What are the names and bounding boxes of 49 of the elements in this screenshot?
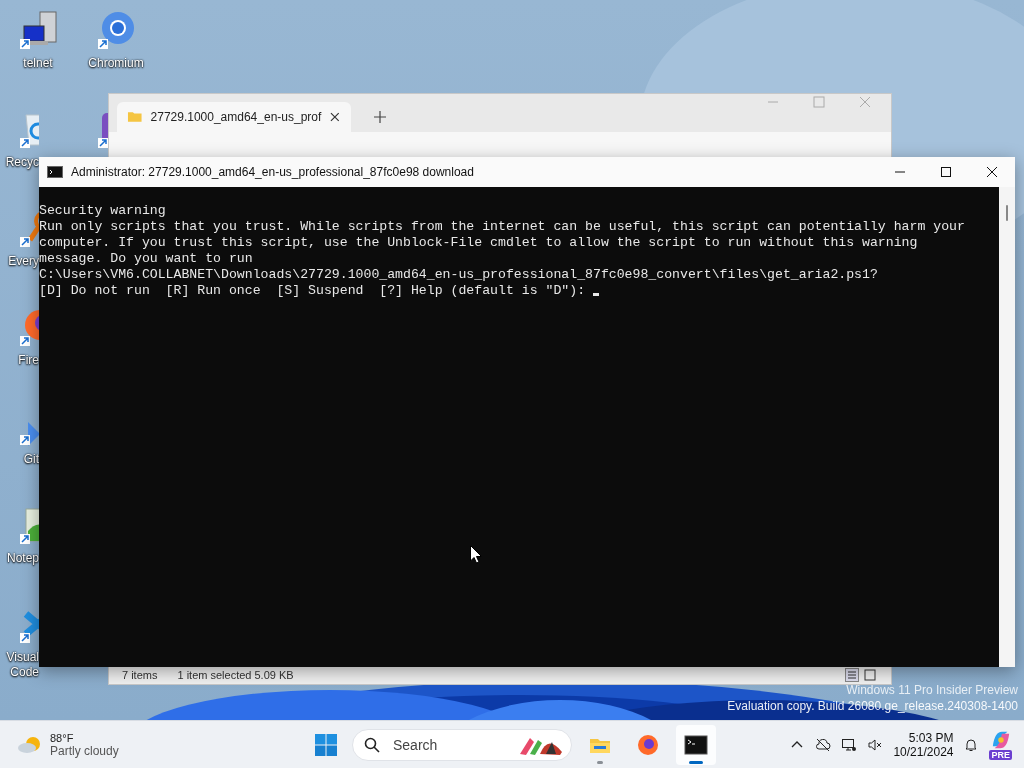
- close-icon[interactable]: [329, 111, 341, 123]
- icon-label: Every: [8, 254, 39, 269]
- icon-label: telnet: [23, 56, 53, 71]
- icon-label: Visual: [6, 650, 39, 665]
- new-tab-icon[interactable]: [373, 110, 387, 124]
- close-icon: [986, 166, 998, 178]
- clock-time[interactable]: 5:03 PM: [908, 730, 954, 745]
- search-field[interactable]: Search: [352, 728, 572, 761]
- terminal-icon: [684, 732, 708, 757]
- icon-label: Recyc: [5, 155, 39, 170]
- console-line: computer. If you trust this script, use the Unblock-File cmdlet to allow the script to run without this warning: [39, 235, 919, 251]
- console-icon: [47, 166, 63, 178]
- preview-badge: PRE: [989, 749, 1012, 760]
- icon-label: Git: [23, 452, 39, 467]
- search-icon: [364, 736, 380, 753]
- console-line: Run only scripts that you trust. While scripts from the internet can be useful, this script can potentially harm your: [39, 219, 966, 235]
- console-line: Security warning: [39, 203, 167, 219]
- selection-info: 1 item selected 5.09 KB: [177, 669, 294, 681]
- icon-label: Notep: [6, 551, 39, 566]
- firefox-icon: [636, 732, 660, 757]
- clock-date[interactable]: 10/21/2024: [893, 744, 954, 759]
- tab-title: 27729.1000_amd64_en-us_prof: [150, 110, 322, 124]
- watermark-text: Windows 11 Pro Insider Preview: [846, 682, 1018, 698]
- watermark-text: Evaluation copy. Build 26080.ge_release.240308-1400: [727, 698, 1018, 714]
- console-line: message. Do you want to run: [39, 251, 254, 266]
- icon-label: Fire: [18, 353, 39, 368]
- console-line: C:\Users\VM6.COLLABNET\Downloads\27729.1000_amd64_en-us_professional_87fc0e98_convert\files\get_aria2.ps1?: [39, 267, 879, 283]
- scrollbar-thumb[interactable]: [1006, 205, 1008, 221]
- console-line: [D] Do not run [R] Run once [S] Suspend [?] Help (default is "D"):: [39, 283, 586, 299]
- details-view-icon[interactable]: [845, 668, 859, 682]
- terminal-taskbar-button[interactable]: [676, 724, 716, 765]
- temperature: 88°F: [50, 731, 75, 744]
- mouse-pointer-icon: [470, 545, 482, 564]
- explorer-tab[interactable]: 27729.1000_amd64_en-us_prof: [117, 102, 351, 132]
- icon-label: Chromium: [88, 56, 144, 71]
- icon-label: Code: [10, 665, 39, 680]
- maximize-icon: [940, 166, 952, 178]
- speaker-muted-icon[interactable]: [867, 736, 884, 753]
- cloud-off-icon[interactable]: [815, 736, 832, 753]
- chromium-icon[interactable]: [96, 10, 136, 50]
- text-cursor: [593, 293, 600, 296]
- weather-condition: Partly cloudy: [50, 743, 119, 758]
- folder-icon: [127, 109, 143, 125]
- windows-logo-icon: [314, 732, 338, 757]
- network-icon[interactable]: [841, 736, 858, 753]
- tiles-view-icon[interactable]: [863, 668, 877, 682]
- item-count: 7 items: [122, 669, 158, 681]
- computer-icon[interactable]: [18, 10, 58, 50]
- window-title: Administrator: 27729.1000_amd64_en-us_professional_87fc0e98 download: [71, 165, 474, 179]
